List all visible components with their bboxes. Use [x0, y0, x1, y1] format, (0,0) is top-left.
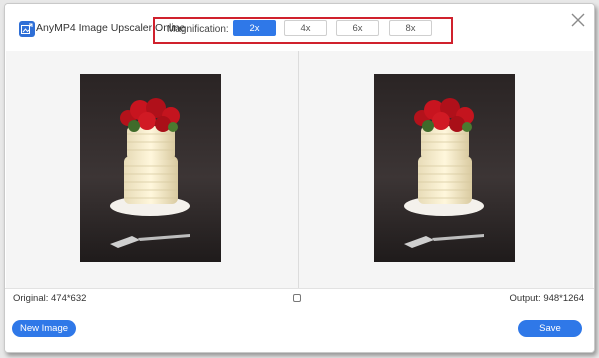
- compare-divider[interactable]: [298, 51, 299, 288]
- status-bar: Original: 474*632 Output: 948*1264: [5, 288, 594, 309]
- original-image: [80, 74, 221, 262]
- image-compare-area: [6, 51, 593, 288]
- magnification-4x-button[interactable]: 4x: [284, 20, 327, 36]
- magnification-label: Magnification:: [167, 24, 229, 35]
- save-button[interactable]: Save: [518, 320, 582, 337]
- upscaler-dialog: AnyMP4 Image Upscaler Online Magnificati…: [4, 3, 595, 353]
- original-size-text: Original: 474*632: [13, 293, 87, 304]
- magnification-8x-button[interactable]: 8x: [389, 20, 432, 36]
- magnification-6x-button[interactable]: 6x: [336, 20, 379, 36]
- upscaled-image: [374, 74, 515, 262]
- image-upscale-logo-icon: [19, 21, 35, 37]
- dialog-footer: New Image Save: [5, 309, 594, 352]
- magnification-2x-button[interactable]: 2x: [233, 20, 276, 36]
- output-size-text: Output: 948*1264: [509, 293, 584, 304]
- new-image-button[interactable]: New Image: [12, 320, 76, 337]
- close-icon[interactable]: [570, 12, 586, 28]
- sync-view-icon[interactable]: [293, 294, 301, 302]
- dialog-header: AnyMP4 Image Upscaler Online Magnificati…: [5, 4, 594, 52]
